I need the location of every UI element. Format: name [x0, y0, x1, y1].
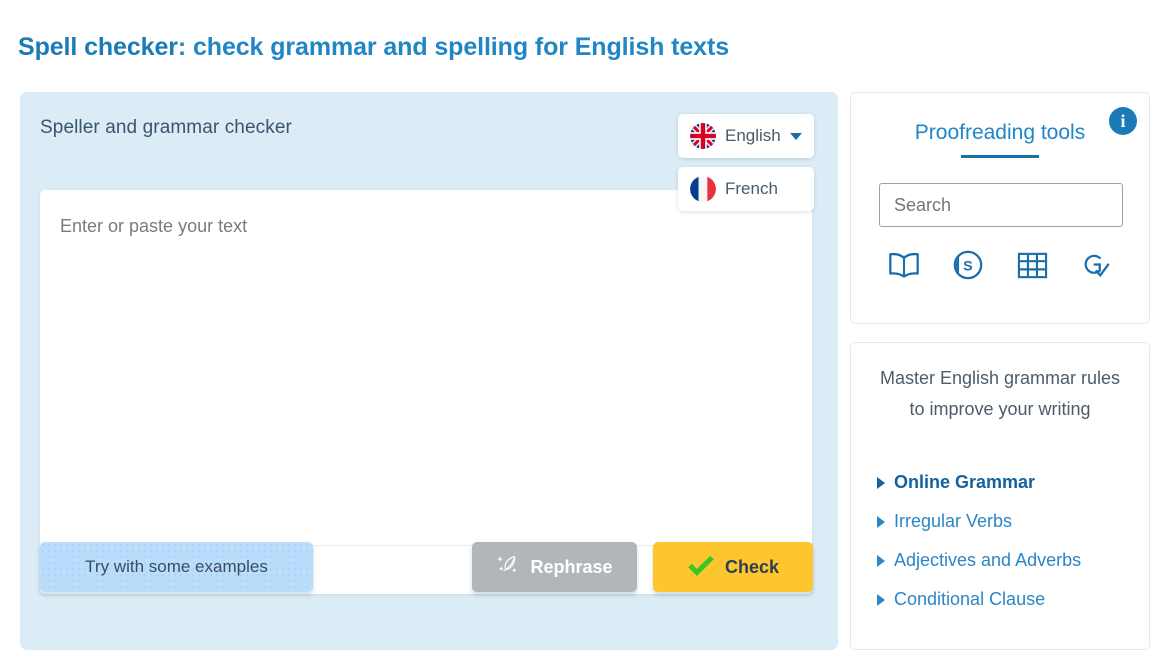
spell-checker-page: Spell checker: check grammar and spellin… — [0, 0, 1167, 667]
rephrase-button[interactable]: Rephrase — [472, 542, 637, 592]
checkmark-icon — [687, 553, 715, 582]
grammar-link-online-grammar[interactable]: Online Grammar — [877, 463, 1133, 502]
page-title-rest: : check grammar and spelling for English… — [177, 32, 730, 61]
page-title: Spell checker: check grammar and spellin… — [18, 33, 729, 62]
triangle-right-icon — [877, 593, 885, 606]
language-option-label: French — [725, 179, 778, 198]
grammar-link-label: Adjectives and Adverbs — [894, 550, 1082, 570]
language-selector[interactable]: English French — [678, 114, 814, 211]
proofreading-tools-card: Proofreading tools i S — [850, 92, 1150, 324]
rephrase-label: Rephrase — [530, 556, 613, 577]
chevron-down-icon — [790, 132, 802, 140]
title-underline — [961, 155, 1039, 158]
check-label: Check — [724, 556, 780, 577]
tools-icon-row: S — [851, 245, 1149, 285]
conjugation-grid-icon[interactable] — [1012, 245, 1052, 285]
svg-text:S: S — [963, 258, 972, 274]
triangle-right-icon — [877, 554, 885, 567]
synonyms-s-circle-icon[interactable]: S — [948, 245, 988, 285]
info-icon[interactable]: i — [1109, 107, 1137, 135]
speller-panel: Speller and grammar checker English Fren… — [20, 92, 838, 650]
grammar-link-adjectives-and-adverbs[interactable]: Adjectives and Adverbs — [877, 541, 1133, 580]
grammar-link-label: Irregular Verbs — [894, 511, 1013, 531]
page-title-strong: Spell checker — [18, 32, 178, 61]
search-input[interactable] — [879, 183, 1123, 227]
try-examples-label: Try with some examples — [85, 557, 268, 576]
grammar-link-label: Online Grammar — [894, 472, 1036, 492]
triangle-right-icon — [877, 476, 885, 489]
language-selected-label: English — [725, 126, 781, 145]
try-examples-button[interactable]: Try with some examples — [40, 542, 313, 592]
proofreading-tools-title: Proofreading tools — [914, 121, 1086, 144]
check-button[interactable]: Check — [653, 542, 813, 592]
panel-heading: Speller and grammar checker — [40, 117, 292, 138]
uk-flag-icon — [690, 123, 716, 149]
grammar-check-g-icon[interactable] — [1076, 245, 1116, 285]
french-flag-icon — [690, 176, 716, 202]
dictionary-book-icon[interactable] — [884, 245, 924, 285]
grammar-link-label: Conditional Clause — [894, 589, 1046, 609]
text-input-area[interactable]: Enter or paste your text — [40, 190, 812, 545]
feather-sparkle-icon — [496, 552, 522, 583]
grammar-links-list: Online Grammar Irregular Verbs Adjective… — [877, 463, 1133, 619]
grammar-rules-card: Master English grammar rules to improve … — [850, 342, 1150, 650]
text-input-placeholder: Enter or paste your text — [60, 216, 248, 236]
language-option-french[interactable]: French — [678, 167, 814, 211]
text-editor[interactable]: Enter or paste your text Accept spelling… — [40, 190, 812, 594]
language-option-english[interactable]: English — [678, 114, 814, 158]
grammar-link-irregular-verbs[interactable]: Irregular Verbs — [877, 502, 1133, 541]
grammar-card-heading: Master English grammar rules to improve … — [879, 368, 1121, 419]
triangle-right-icon — [877, 515, 885, 528]
grammar-link-conditional-clause[interactable]: Conditional Clause — [877, 580, 1133, 619]
